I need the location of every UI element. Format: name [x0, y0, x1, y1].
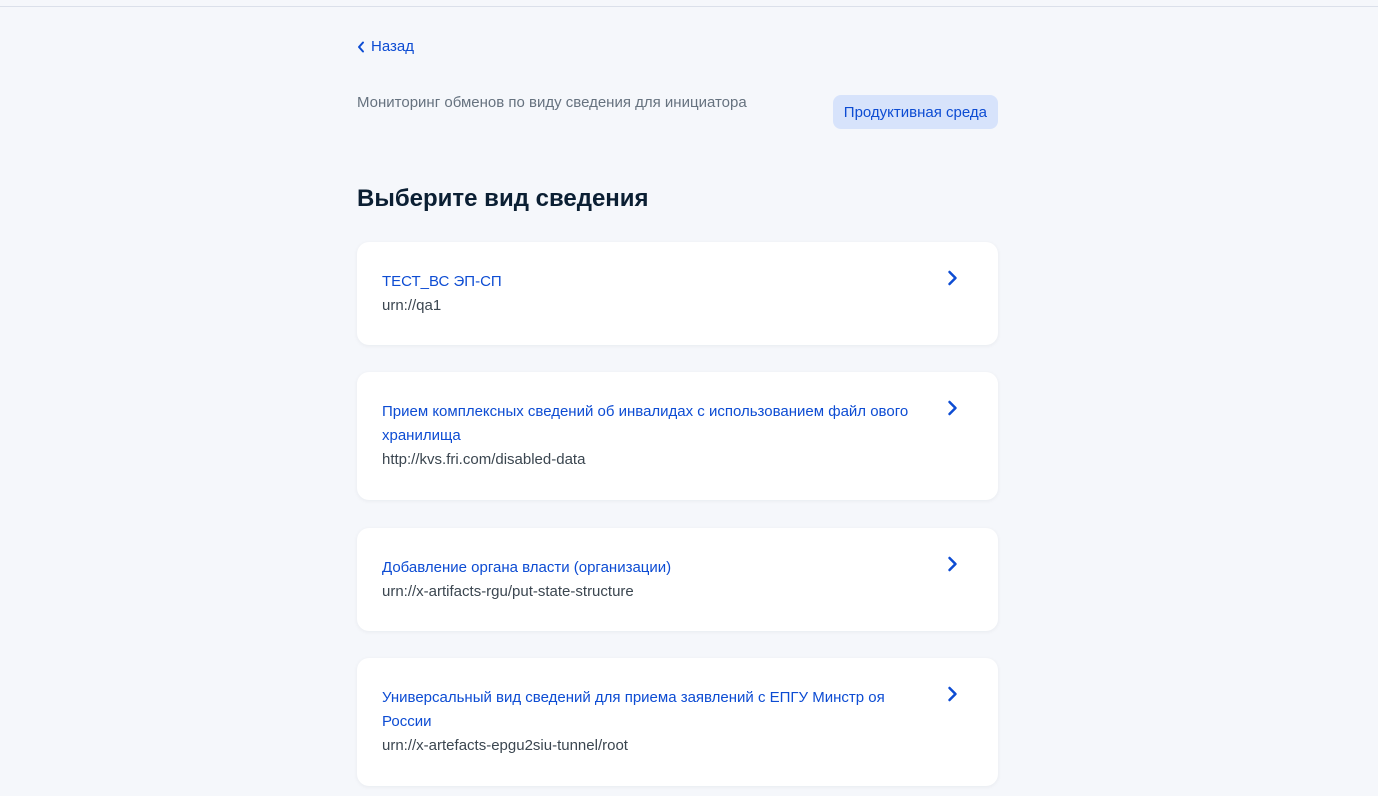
list-item-urn: urn://x-artifacts-rgu/put-state-structur…: [382, 583, 634, 600]
service-title: Мониторинг обменов по виду сведения для …: [357, 94, 747, 111]
list-item-urn: urn://x-artefacts-epgu2siu-tunnel/root: [382, 737, 628, 754]
back-link[interactable]: Назад: [357, 38, 414, 55]
list-item[interactable]: ТЕСТ_ВС ЭП-СП urn://qa1: [357, 242, 998, 345]
chevron-right-icon: [948, 400, 957, 416]
environment-badge: Продуктивная среда: [832, 95, 998, 129]
list-item-urn: urn://qa1: [382, 297, 442, 314]
list-item[interactable]: Прием комплексных сведений об инвалидах …: [357, 372, 998, 500]
list-item-title: Прием комплексных сведений об инвалидах …: [382, 403, 909, 444]
list-item-urn: http://kvs.fri.com/disabled-data: [382, 451, 586, 468]
back-link-label: Назад: [371, 38, 414, 55]
list-item[interactable]: Добавление органа власти (организации) u…: [357, 528, 998, 631]
top-divider: [0, 6, 1378, 7]
list-item[interactable]: Универсальный вид сведений для приема за…: [357, 658, 998, 786]
list-item-title: Универсальный вид сведений для приема за…: [382, 689, 885, 730]
list-item-title: Добавление органа власти (организации): [382, 559, 672, 576]
chevron-right-icon: [948, 556, 957, 572]
chevron-left-icon: [358, 41, 364, 52]
chevron-right-icon: [948, 270, 957, 286]
page-title: Выберите вид сведения: [357, 185, 649, 212]
chevron-right-icon: [948, 686, 957, 702]
list-item-title: ТЕСТ_ВС ЭП-СП: [382, 273, 502, 290]
